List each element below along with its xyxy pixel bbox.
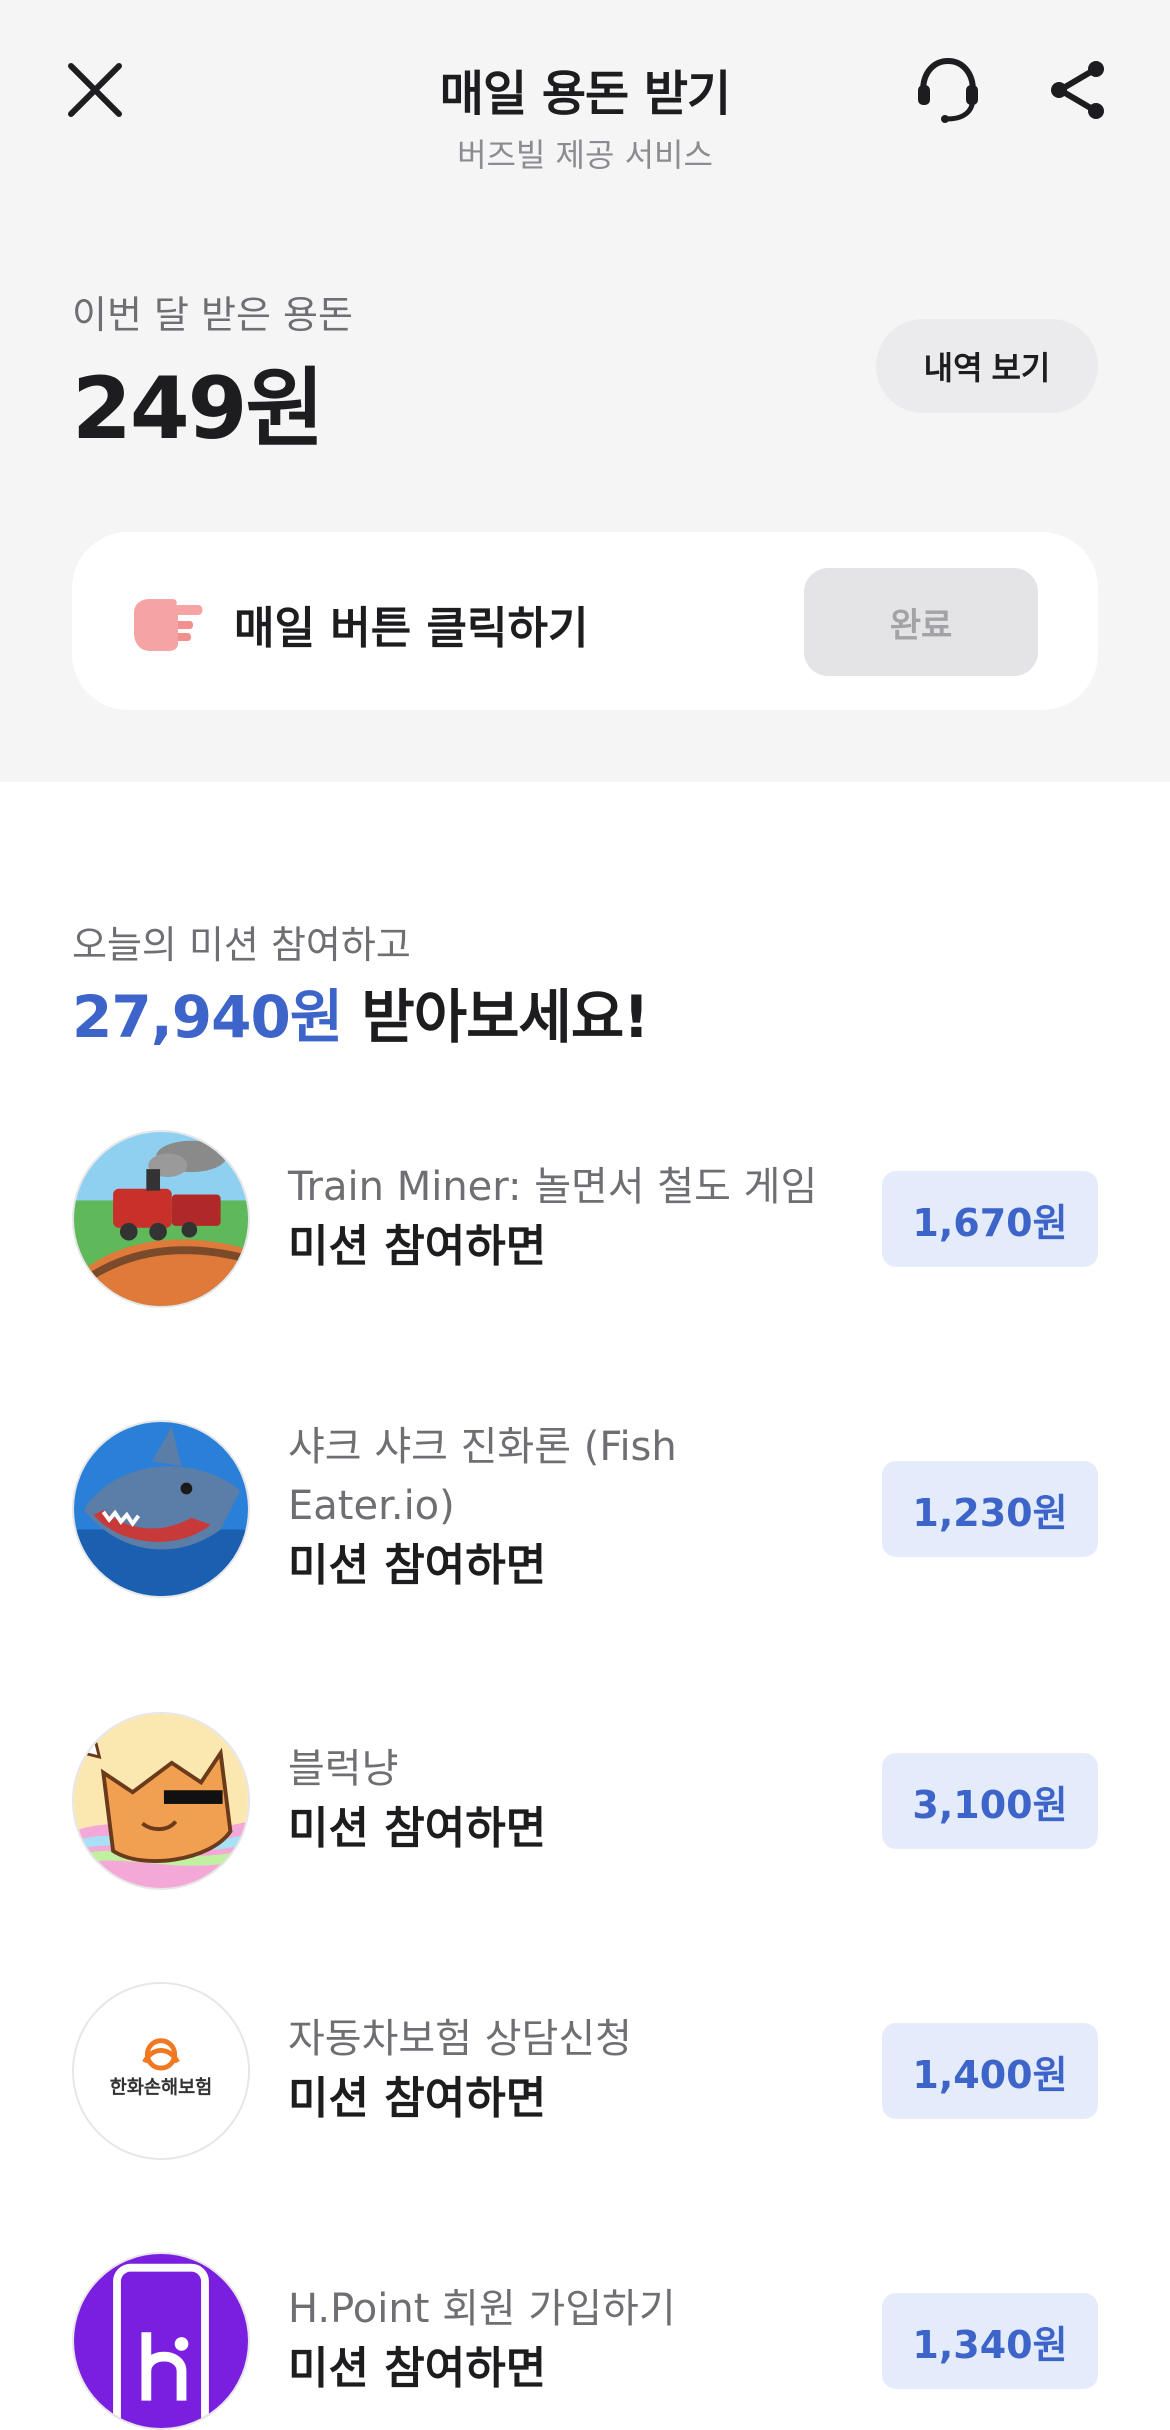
mission-headline: 27,940원 받아보세요! — [72, 970, 650, 1054]
mission-title: H.Point 회원 가입하기 — [288, 2286, 676, 2332]
daily-click-card: 매일 버튼 클릭하기 완료 — [72, 532, 1098, 710]
mission-subtitle: 미션 참여하면 — [288, 2073, 547, 2124]
mission-item[interactable]: H.Point 회원 가입하기 미션 참여하면 1,340원 — [0, 2250, 1170, 2430]
insurance-logo-text: 한화손해보험 — [110, 2076, 212, 2098]
mission-subtitle: 미션 참여하면 — [288, 1803, 547, 1854]
mission-item[interactable]: 샤크 샤크 진화론 (Fish Eater.io) 미션 참여하면 1,230원 — [0, 1418, 1170, 1600]
reward-badge[interactable]: 3,100원 — [882, 1753, 1098, 1849]
top-section: 매일 용돈 받기 버즈빌 제공 서비스 이번 달 받은 용돈 249원 내역 보… — [0, 0, 1170, 782]
reward-badge[interactable]: 1,340원 — [882, 2293, 1098, 2389]
headset-icon — [918, 57, 978, 123]
pointing-hand-icon — [134, 599, 203, 651]
mission-intro: 오늘의 미션 참여하고 — [72, 923, 411, 967]
reward-badge[interactable]: 1,230원 — [882, 1461, 1098, 1557]
mission-title: 블럭냥 — [288, 1746, 399, 1792]
train-game-icon — [72, 1130, 250, 1308]
insurance-logo-icon: 한화손해보험 — [72, 1982, 250, 2160]
mission-subtitle: 미션 참여하면 — [288, 1221, 547, 1272]
shark-game-icon — [72, 1420, 250, 1598]
monthly-earned-label: 이번 달 받은 용돈 — [72, 293, 353, 337]
cat-game-icon — [72, 1712, 250, 1890]
reward-badge[interactable]: 1,670원 — [882, 1171, 1098, 1267]
page-title: 매일 용돈 받기 — [439, 66, 731, 122]
daily-done-button[interactable]: 완료 — [804, 568, 1038, 676]
mission-total-amount: 27,940원 — [72, 983, 343, 1051]
history-button[interactable]: 내역 보기 — [876, 319, 1098, 413]
mission-item[interactable]: 한화손해보험 자동차보험 상담신청 미션 참여하면 1,400원 — [0, 1980, 1170, 2162]
mission-headline-suffix: 받아보세요! — [342, 983, 649, 1051]
mission-title: Train Miner: 놀면서 철도 게임 — [288, 1164, 818, 1210]
mission-title: 샤크 샤크 진화론 (Fish Eater.io) — [288, 1424, 677, 1529]
hpoint-app-icon — [72, 2252, 250, 2430]
monthly-earned-amount: 249원 — [72, 359, 325, 459]
daily-click-label: 매일 버튼 클릭하기 — [234, 603, 589, 654]
support-button[interactable] — [903, 45, 993, 135]
share-button[interactable] — [1033, 45, 1123, 135]
mission-item[interactable]: Train Miner: 놀면서 철도 게임 미션 참여하면 1,670원 — [0, 1128, 1170, 1310]
mission-subtitle: 미션 참여하면 — [288, 1540, 547, 1591]
page-subtitle: 버즈빌 제공 서비스 — [457, 136, 713, 174]
mission-item[interactable]: 블럭냥 미션 참여하면 3,100원 — [0, 1710, 1170, 1892]
mission-title: 자동차보험 상담신청 — [288, 2016, 632, 2062]
share-icon — [1051, 61, 1104, 119]
reward-badge[interactable]: 1,400원 — [882, 2023, 1098, 2119]
mission-subtitle: 미션 참여하면 — [288, 2343, 547, 2394]
